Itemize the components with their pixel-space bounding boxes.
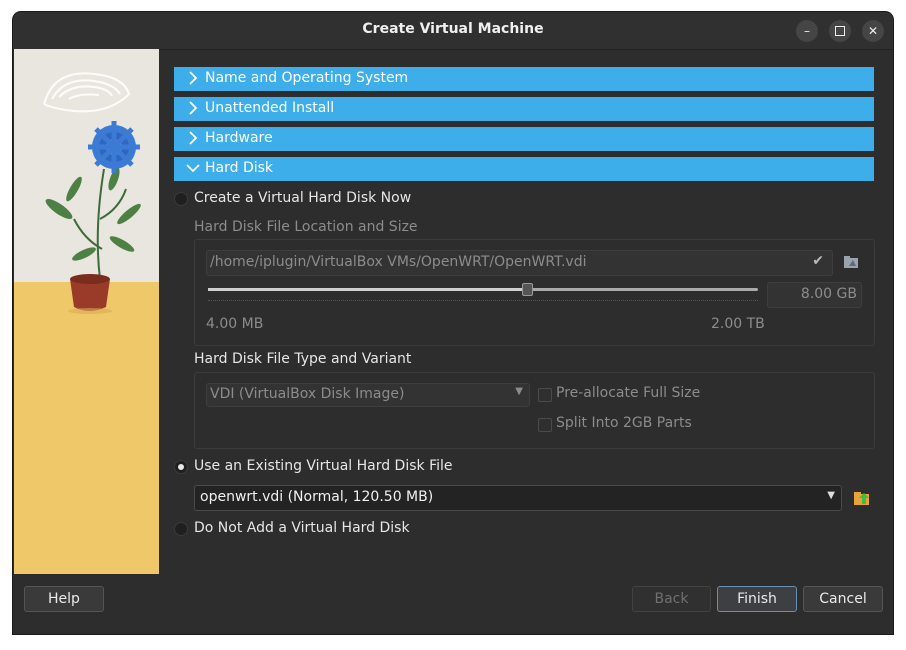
type-variant-title: Hard Disk File Type and Variant xyxy=(194,351,412,367)
window-title: Create Virtual Machine xyxy=(362,21,544,37)
checkmark-icon: ✔ xyxy=(812,253,824,269)
section-label: Unattended Install xyxy=(205,100,335,116)
section-hard-disk[interactable]: Hard Disk xyxy=(174,157,874,181)
dropdown-arrow-icon: ▼ xyxy=(515,386,523,397)
size-slider-fill xyxy=(208,288,522,291)
disk-type-value: VDI (VirtualBox Disk Image) xyxy=(210,386,405,402)
close-icon[interactable]: ✕ xyxy=(862,20,884,42)
no-disk-label[interactable]: Do Not Add a Virtual Hard Disk xyxy=(194,520,410,536)
preallocate-label[interactable]: Pre-allocate Full Size xyxy=(556,385,700,401)
create-disk-label[interactable]: Create a Virtual Hard Disk Now xyxy=(194,190,411,206)
slider-ticks xyxy=(208,300,758,305)
section-label: Hardware xyxy=(205,130,273,146)
size-max-label: 2.00 TB xyxy=(711,316,765,332)
cancel-button[interactable]: Cancel xyxy=(803,586,883,612)
chevron-right-icon xyxy=(189,71,198,85)
back-button[interactable]: Back xyxy=(632,586,711,612)
preallocate-checkbox[interactable] xyxy=(538,388,552,402)
section-unattended-install[interactable]: Unattended Install xyxy=(174,97,874,121)
dialog-window: Create Virtual Machine – ✕ Name and Oper… xyxy=(13,12,893,634)
disk-path-field[interactable]: /home/iplugin/VirtualBox VMs/OpenWRT/Ope… xyxy=(206,250,833,276)
size-min-label: 4.00 MB xyxy=(206,316,264,332)
maximize-icon[interactable] xyxy=(829,20,851,42)
location-size-title: Hard Disk File Location and Size xyxy=(194,219,418,235)
title-bar: Create Virtual Machine – ✕ xyxy=(13,12,893,50)
existing-disk-label[interactable]: Use an Existing Virtual Hard Disk File xyxy=(194,458,453,474)
disk-size-value: 8.00 GB xyxy=(800,286,857,302)
finish-button[interactable]: Finish xyxy=(717,586,797,612)
existing-disk-select[interactable]: openwrt.vdi (Normal, 120.50 MB) ▼ xyxy=(194,485,842,511)
disk-size-field[interactable]: 8.00 GB xyxy=(767,282,862,308)
add-disk-folder-icon[interactable] xyxy=(853,489,871,507)
existing-disk-radio[interactable] xyxy=(174,460,188,474)
folder-icon[interactable] xyxy=(843,254,859,270)
split-label[interactable]: Split Into 2GB Parts xyxy=(556,415,692,431)
split-checkbox[interactable] xyxy=(538,418,552,432)
disk-path-value: /home/iplugin/VirtualBox VMs/OpenWRT/Ope… xyxy=(210,254,587,270)
size-slider-handle[interactable] xyxy=(521,283,533,296)
existing-disk-value: openwrt.vdi (Normal, 120.50 MB) xyxy=(200,489,434,505)
disk-type-select[interactable]: VDI (VirtualBox Disk Image) ▼ xyxy=(206,383,530,407)
size-slider-track[interactable] xyxy=(208,283,758,296)
wizard-content: Name and Operating System Unattended Ins… xyxy=(159,49,893,574)
wizard-illustration xyxy=(14,49,159,574)
minimize-icon[interactable]: – xyxy=(796,20,818,42)
no-disk-radio[interactable] xyxy=(174,522,188,536)
section-name-and-os[interactable]: Name and Operating System xyxy=(174,67,874,91)
location-size-group: /home/iplugin/VirtualBox VMs/OpenWRT/Ope… xyxy=(194,239,875,346)
create-disk-radio[interactable] xyxy=(174,192,188,206)
section-label: Name and Operating System xyxy=(205,70,409,86)
type-variant-group: VDI (VirtualBox Disk Image) ▼ Pre-alloca… xyxy=(194,372,875,449)
dropdown-arrow-icon: ▼ xyxy=(827,490,835,501)
chevron-right-icon xyxy=(189,131,198,145)
section-hardware[interactable]: Hardware xyxy=(174,127,874,151)
help-button[interactable]: Help xyxy=(24,586,104,612)
section-label: Hard Disk xyxy=(205,160,274,176)
chevron-down-icon xyxy=(186,164,200,173)
chevron-right-icon xyxy=(189,101,198,115)
